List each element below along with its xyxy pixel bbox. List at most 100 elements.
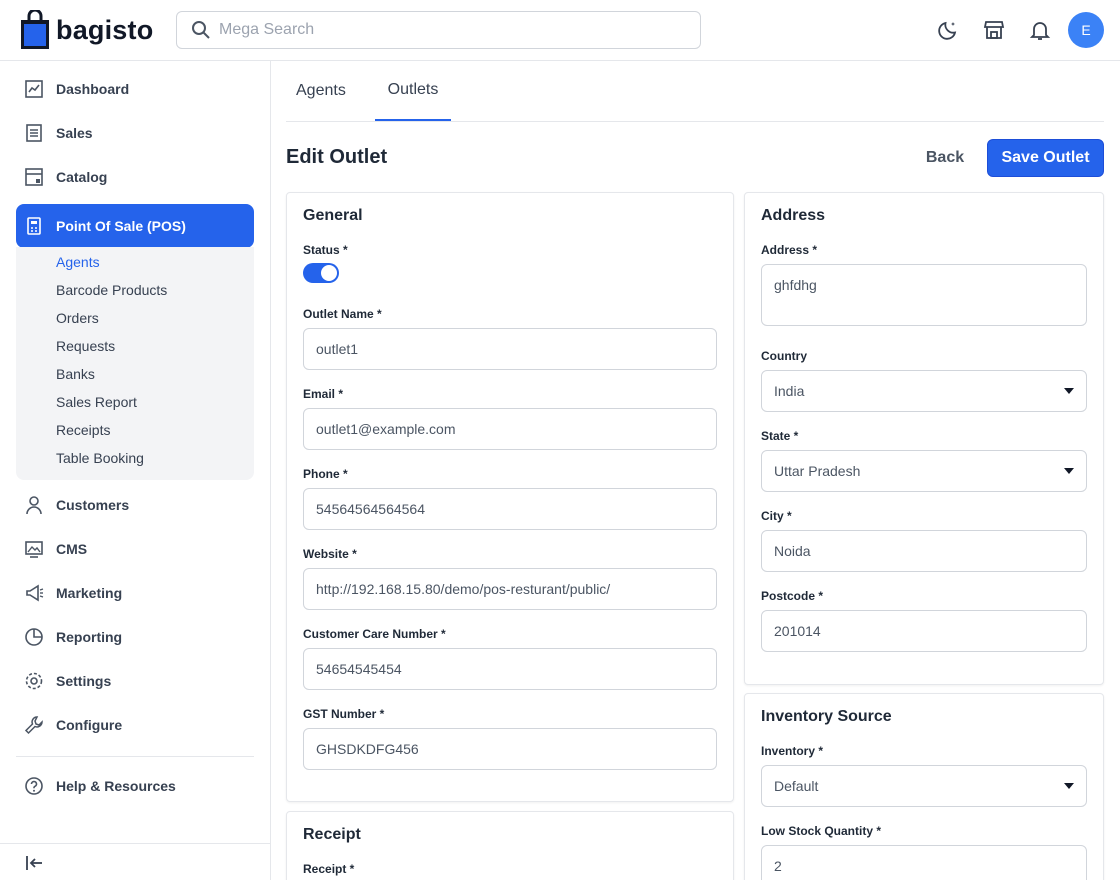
postcode-label: Postcode * xyxy=(761,589,824,603)
customer-care-label: Customer Care Number * xyxy=(303,627,446,641)
submenu-item-barcode-products[interactable]: Barcode Products xyxy=(56,282,167,298)
submenu-item-sales-report[interactable]: Sales Report xyxy=(56,394,137,410)
catalog-icon xyxy=(24,167,44,187)
dashboard-icon xyxy=(24,79,44,99)
submenu-item-requests[interactable]: Requests xyxy=(56,338,115,354)
sidebar-item-label: Help & Resources xyxy=(56,778,176,794)
brand-name: bagisto xyxy=(56,14,154,45)
user-avatar[interactable]: E xyxy=(1068,12,1104,48)
low-stock-input[interactable] xyxy=(774,858,1074,874)
phone-field[interactable] xyxy=(303,488,717,530)
cms-icon xyxy=(24,539,44,559)
phone-input[interactable] xyxy=(316,501,704,517)
email-input[interactable] xyxy=(316,421,704,437)
postcode-input[interactable] xyxy=(774,623,1074,639)
state-select[interactable]: Uttar Pradesh xyxy=(761,450,1087,492)
marketing-icon xyxy=(24,583,44,603)
receipt-title: Receipt xyxy=(303,826,361,843)
tab-agents[interactable]: Agents xyxy=(296,61,346,121)
outlet-name-input[interactable] xyxy=(316,341,704,357)
reporting-icon xyxy=(24,627,44,647)
sidebar-item-settings[interactable]: Settings xyxy=(16,659,254,703)
submenu-item-orders[interactable]: Orders xyxy=(56,310,99,326)
top-header: bagisto E xyxy=(0,0,1120,61)
phone-label: Phone * xyxy=(303,467,348,481)
outlet-tabs: Agents Outlets xyxy=(286,61,1104,122)
city-field[interactable] xyxy=(761,530,1087,572)
pos-submenu: Agents Barcode Products Orders Requests … xyxy=(16,247,254,480)
save-outlet-button[interactable]: Save Outlet xyxy=(987,139,1104,177)
sidebar-item-catalog[interactable]: Catalog xyxy=(16,155,254,199)
sidebar-item-marketing[interactable]: Marketing xyxy=(16,571,254,615)
country-label: Country xyxy=(761,349,807,363)
website-field[interactable] xyxy=(303,568,717,610)
website-input[interactable] xyxy=(316,581,704,597)
address-title: Address xyxy=(761,207,826,224)
sidebar-item-label: Marketing xyxy=(56,585,123,601)
sidebar-item-help[interactable]: Help & Resources xyxy=(16,764,254,808)
sidebar-item-sales[interactable]: Sales xyxy=(16,111,254,155)
sidebar-item-label: Dashboard xyxy=(56,81,130,97)
status-toggle[interactable] xyxy=(303,263,339,283)
submenu-item-receipts[interactable]: Receipts xyxy=(56,422,110,438)
sidebar-item-customers[interactable]: Customers xyxy=(16,483,254,527)
storefront-icon[interactable] xyxy=(982,18,1006,42)
sidebar-item-label: CMS xyxy=(56,541,88,557)
customers-icon xyxy=(24,495,44,515)
state-label: State * xyxy=(761,429,799,443)
outlet-name-field[interactable] xyxy=(303,328,717,370)
postcode-field[interactable] xyxy=(761,610,1087,652)
inventory-label: Inventory * xyxy=(761,744,824,758)
brand-logo[interactable]: bagisto xyxy=(20,10,153,50)
customer-care-field[interactable] xyxy=(303,648,717,690)
gst-field[interactable] xyxy=(303,728,717,770)
sidebar-item-dashboard[interactable]: Dashboard xyxy=(16,67,254,111)
address-card: Address Address * ghfdhg Country India S… xyxy=(744,192,1104,685)
city-input[interactable] xyxy=(774,543,1074,559)
toggle-knob xyxy=(321,265,337,281)
email-label: Email * xyxy=(303,387,344,401)
tab-outlets[interactable]: Outlets xyxy=(375,61,451,121)
state-value: Uttar Pradesh xyxy=(774,463,861,479)
sidebar-item-configure[interactable]: Configure xyxy=(16,703,254,747)
inventory-title: Inventory Source xyxy=(761,708,892,725)
email-field[interactable] xyxy=(303,408,717,450)
low-stock-field[interactable] xyxy=(761,845,1087,880)
mega-search[interactable] xyxy=(176,11,701,49)
address-textarea[interactable]: ghfdhg xyxy=(761,264,1087,326)
gst-label: GST Number * xyxy=(303,707,385,721)
sidebar-item-label: Point Of Sale (POS) xyxy=(56,218,186,234)
sidebar-item-label: Configure xyxy=(56,717,123,733)
collapse-sidebar-icon[interactable] xyxy=(24,853,44,873)
receipt-card: Receipt Receipt * xyxy=(286,811,734,880)
general-card: General Status * Outlet Name * Email * P… xyxy=(286,192,734,802)
sidebar-item-label: Catalog xyxy=(56,169,108,185)
status-label: Status * xyxy=(303,243,348,257)
inventory-select[interactable]: Default xyxy=(761,765,1087,807)
submenu-item-banks[interactable]: Banks xyxy=(56,366,95,382)
inventory-value: Default xyxy=(774,778,819,794)
gst-input[interactable] xyxy=(316,741,704,757)
back-button[interactable]: Back xyxy=(914,139,976,177)
search-icon xyxy=(192,21,210,39)
notification-bell-icon[interactable] xyxy=(1028,18,1052,42)
sidebar-item-label: Customers xyxy=(56,497,130,513)
pos-icon xyxy=(24,216,44,236)
city-label: City * xyxy=(761,509,792,523)
sidebar-item-label: Settings xyxy=(56,673,112,689)
sidebar-item-reporting[interactable]: Reporting xyxy=(16,615,254,659)
wrench-icon xyxy=(24,715,44,735)
sidebar-divider xyxy=(16,756,254,757)
submenu-item-table-booking[interactable]: Table Booking xyxy=(56,450,144,466)
chevron-down-icon xyxy=(1064,468,1074,474)
submenu-item-agents[interactable]: Agents xyxy=(56,254,100,270)
sidebar-item-label: Sales xyxy=(56,125,93,141)
sidebar-item-label: Reporting xyxy=(56,629,123,645)
sidebar-item-cms[interactable]: CMS xyxy=(16,527,254,571)
shopping-bag-icon xyxy=(21,10,49,49)
country-select[interactable]: India xyxy=(761,370,1087,412)
sidebar-item-pos[interactable]: Point Of Sale (POS) xyxy=(16,204,254,248)
dark-mode-icon[interactable] xyxy=(936,18,960,42)
search-input[interactable] xyxy=(219,21,679,39)
customer-care-input[interactable] xyxy=(316,661,704,677)
